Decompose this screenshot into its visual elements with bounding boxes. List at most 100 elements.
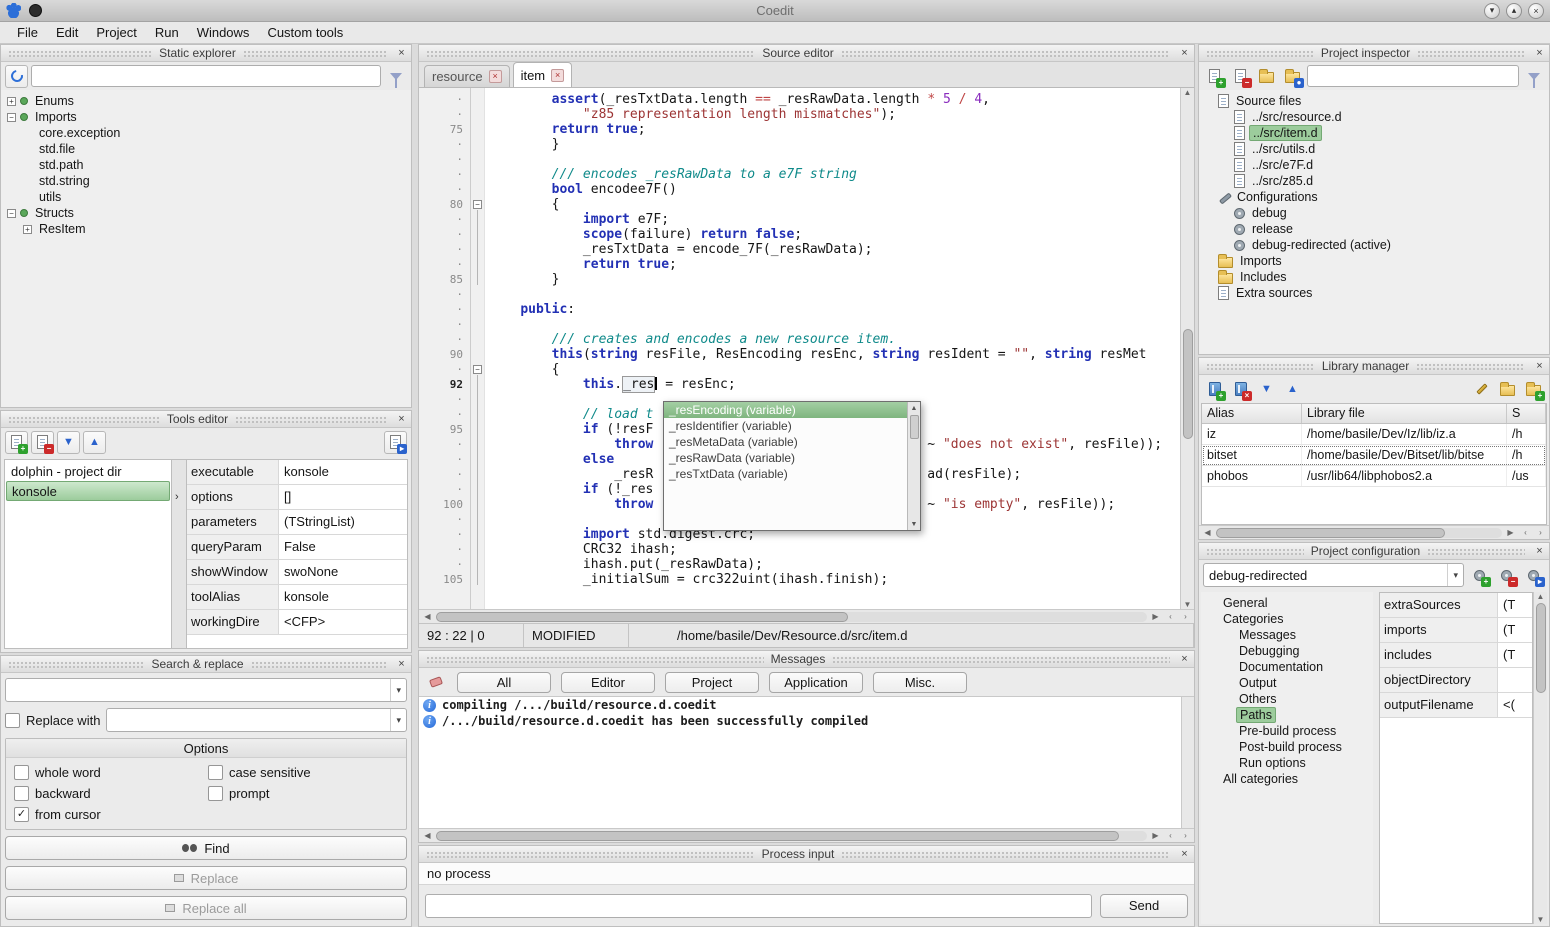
completion-item[interactable]: _resIdentifier (variable) bbox=[664, 418, 907, 434]
panel-header[interactable]: Project configuration × bbox=[1199, 543, 1549, 560]
open-project-folder-button[interactable]: ● bbox=[1281, 65, 1304, 88]
tree-item[interactable]: Includes bbox=[1201, 269, 1547, 285]
scroll-left-icon[interactable]: ◀ bbox=[421, 831, 434, 840]
collapse-icon[interactable]: − bbox=[7, 209, 16, 218]
fold-column[interactable]: −− bbox=[471, 88, 485, 609]
remove-library-button[interactable]: × bbox=[1229, 378, 1252, 401]
property-value[interactable]: <( bbox=[1498, 693, 1532, 717]
code-line[interactable]: _resTxtData = encode_7F(_resRawData); bbox=[489, 242, 1180, 257]
tree-item[interactable]: core.exception bbox=[3, 125, 409, 141]
code-line[interactable]: import e7F; bbox=[489, 212, 1180, 227]
add-library-folder-button[interactable]: + bbox=[1522, 378, 1545, 401]
close-panel-icon[interactable]: × bbox=[1177, 847, 1192, 862]
add-library-button[interactable]: + bbox=[1203, 378, 1226, 401]
code-line[interactable]: ihash.put(_resRawData); bbox=[489, 557, 1180, 572]
tree-item[interactable]: Configurations bbox=[1201, 189, 1547, 205]
code-line[interactable] bbox=[489, 317, 1180, 332]
whole-word-checkbox[interactable] bbox=[14, 765, 29, 780]
panel-grip[interactable] bbox=[426, 50, 755, 57]
add-source-folder-button[interactable] bbox=[1255, 65, 1278, 88]
close-panel-icon[interactable]: × bbox=[1177, 46, 1192, 61]
expand-icon[interactable]: + bbox=[23, 225, 32, 234]
code-line[interactable]: return true; bbox=[489, 257, 1180, 272]
scrollbar-thumb[interactable] bbox=[436, 831, 1119, 841]
close-tab-icon[interactable]: × bbox=[489, 70, 502, 83]
tree-item[interactable]: +ResItem bbox=[3, 221, 409, 237]
add-source-button[interactable]: + bbox=[1203, 65, 1226, 88]
filter-button[interactable] bbox=[384, 65, 407, 88]
filter-application[interactable]: Application bbox=[769, 672, 863, 693]
expand-icon[interactable]: + bbox=[7, 97, 16, 106]
library-row[interactable]: iz/home/basile/Dev/Iz/lib/iz.a/h bbox=[1202, 424, 1546, 445]
filter-button[interactable] bbox=[1522, 65, 1545, 88]
page-left-icon[interactable]: ‹ bbox=[1164, 831, 1177, 840]
move-tool-down-button[interactable]: ▼ bbox=[57, 431, 80, 454]
panel-grip[interactable] bbox=[832, 656, 1170, 663]
close-panel-icon[interactable]: × bbox=[394, 412, 409, 427]
configuration-vertical-scrollbar[interactable]: ▲ ▼ bbox=[1533, 592, 1547, 924]
tree-item[interactable]: debug bbox=[1201, 205, 1547, 221]
property-value[interactable]: (T bbox=[1498, 593, 1532, 617]
panel-grip[interactable] bbox=[1417, 50, 1525, 57]
panel-grip[interactable] bbox=[235, 416, 387, 423]
remove-tool-button[interactable]: − bbox=[31, 431, 54, 454]
panel-grip[interactable] bbox=[243, 50, 387, 57]
replace-term-combo[interactable]: ▾ bbox=[106, 708, 407, 732]
replace-with-checkbox[interactable] bbox=[5, 713, 20, 728]
tree-item[interactable]: Imports bbox=[1201, 253, 1547, 269]
code-line[interactable]: /// creates and encodes a new resource i… bbox=[489, 332, 1180, 347]
menu-windows[interactable]: Windows bbox=[188, 23, 259, 42]
panel-grip[interactable] bbox=[426, 656, 764, 663]
property-value[interactable]: konsole bbox=[279, 460, 407, 484]
scroll-right-icon[interactable]: ▶ bbox=[1149, 831, 1162, 840]
property-value[interactable]: (T bbox=[1498, 643, 1532, 667]
tree-item[interactable]: std.file bbox=[3, 141, 409, 157]
refresh-button[interactable] bbox=[5, 65, 28, 88]
library-row[interactable]: bitset/home/basile/Dev/Bitset/lib/bitse/… bbox=[1202, 445, 1546, 466]
panel-grip[interactable] bbox=[1206, 50, 1314, 57]
remove-configuration-button[interactable]: − bbox=[1495, 564, 1518, 587]
maximize-button[interactable]: ▴ bbox=[1506, 3, 1522, 19]
completion-item[interactable]: _resMetaData (variable) bbox=[664, 434, 907, 450]
property-value[interactable]: <CFP> bbox=[279, 610, 407, 634]
replace-button[interactable]: Replace bbox=[5, 866, 407, 890]
code-line[interactable]: bool encodee7F() bbox=[489, 182, 1180, 197]
collapse-icon[interactable]: − bbox=[7, 113, 16, 122]
tree-item[interactable]: General bbox=[1203, 595, 1371, 611]
minimize-button[interactable]: ▾ bbox=[1484, 3, 1500, 19]
scroll-up-icon[interactable]: ▲ bbox=[1534, 592, 1547, 601]
library-horizontal-scrollbar[interactable]: ◀ ▶ ‹ › bbox=[1199, 525, 1549, 539]
chevron-down-icon[interactable]: ▾ bbox=[390, 709, 401, 731]
clear-messages-button[interactable] bbox=[424, 671, 447, 694]
tree-item[interactable]: Debugging bbox=[1203, 643, 1371, 659]
code-line[interactable]: CRC32 ihash; bbox=[489, 542, 1180, 557]
tree-item[interactable]: utils bbox=[3, 189, 409, 205]
page-left-icon[interactable]: ‹ bbox=[1164, 612, 1177, 621]
code-line[interactable]: { bbox=[489, 197, 1180, 212]
fold-marker-icon[interactable]: − bbox=[473, 365, 482, 374]
scrollbar-thumb[interactable] bbox=[436, 612, 848, 622]
tree-item[interactable]: Run options bbox=[1203, 755, 1371, 771]
tab-resource[interactable]: resource× bbox=[424, 65, 510, 87]
menu-file[interactable]: File bbox=[8, 23, 47, 42]
app-menu-icon[interactable] bbox=[29, 4, 42, 17]
tree-item[interactable]: Documentation bbox=[1203, 659, 1371, 675]
scroll-right-icon[interactable]: ▶ bbox=[1504, 528, 1517, 537]
tree-item[interactable]: ../src/utils.d bbox=[1201, 141, 1547, 157]
backward-checkbox[interactable] bbox=[14, 786, 29, 801]
panel-header[interactable]: Process input × bbox=[419, 846, 1194, 863]
code-line[interactable]: this._res = resEnc; bbox=[489, 377, 1180, 392]
tree-item[interactable]: std.string bbox=[3, 173, 409, 189]
completion-item[interactable]: _resTxtData (variable) bbox=[664, 466, 907, 482]
scroll-down-icon[interactable]: ▼ bbox=[911, 518, 918, 530]
library-row[interactable]: phobos/usr/lib64/libphobos2.a/us bbox=[1202, 466, 1546, 487]
open-library-folder-button[interactable] bbox=[1496, 378, 1519, 401]
tab-item[interactable]: item× bbox=[513, 62, 573, 87]
symbol-search-input[interactable] bbox=[31, 65, 381, 87]
panel-grip[interactable] bbox=[251, 661, 387, 668]
property-row[interactable]: queryParamFalse bbox=[187, 535, 407, 560]
column-header[interactable]: S bbox=[1507, 404, 1546, 423]
page-right-icon[interactable]: › bbox=[1179, 612, 1192, 621]
popup-scrollbar[interactable]: ▲ ▼ bbox=[907, 402, 920, 530]
tree-item[interactable]: −Imports bbox=[3, 109, 409, 125]
